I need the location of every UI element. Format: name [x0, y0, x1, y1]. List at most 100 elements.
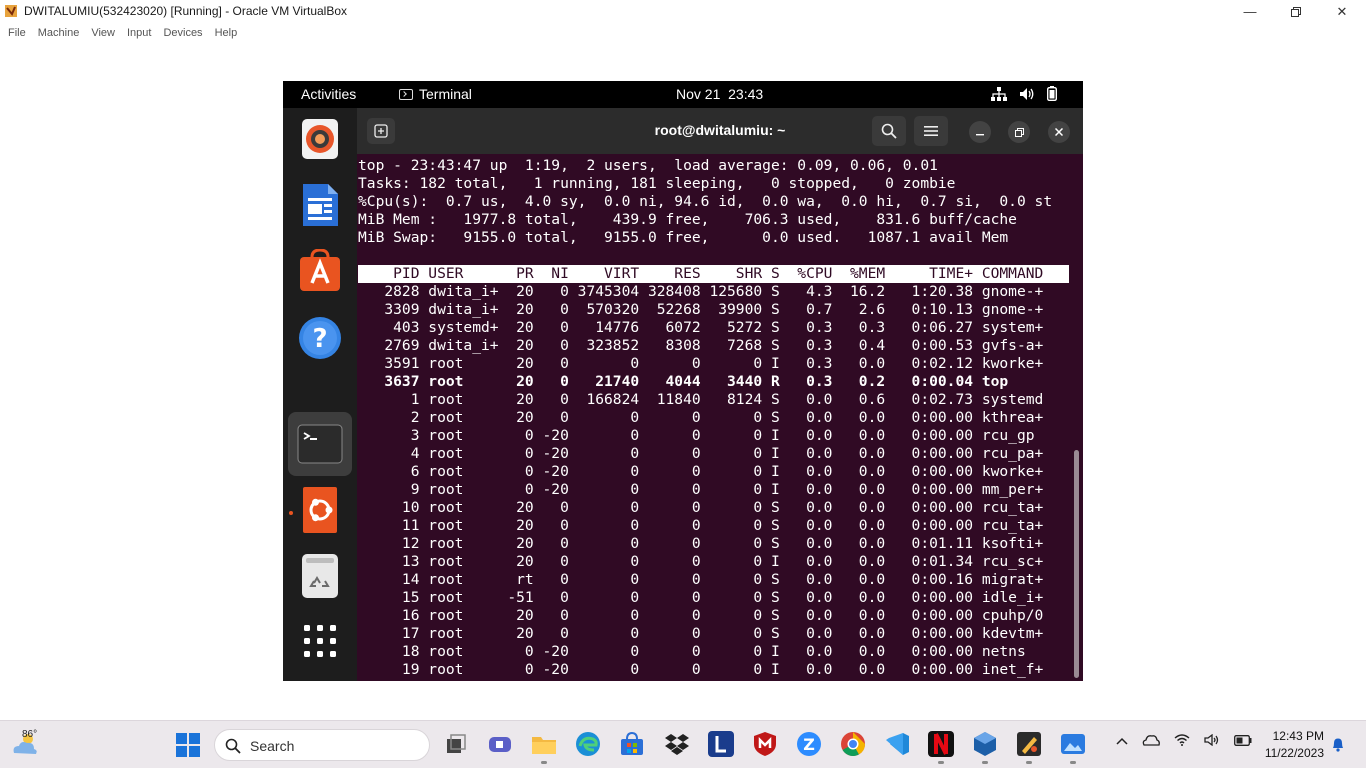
menu-help[interactable]: Help — [209, 23, 244, 43]
dock-libreoffice-writer[interactable] — [297, 182, 343, 228]
activities-button[interactable]: Activities — [301, 86, 356, 102]
system-tray[interactable] — [1116, 733, 1252, 749]
menu-machine[interactable]: Machine — [32, 23, 86, 43]
vscode-icon — [886, 733, 909, 755]
task-view-icon — [447, 734, 466, 753]
process-row: 2828 dwita_i+ 20 0 3745304 328408 125680… — [358, 283, 1044, 300]
virtualbox-icon — [4, 4, 18, 18]
dock-ubuntu-app[interactable] — [297, 487, 343, 533]
terminal-restore-button[interactable] — [1008, 121, 1030, 143]
menu-devices[interactable]: Devices — [157, 23, 208, 43]
app-menu[interactable]: Terminal — [399, 86, 472, 102]
menu-input[interactable]: Input — [121, 23, 157, 43]
terminal-scrollbar[interactable] — [1074, 450, 1079, 678]
store-bag-icon — [621, 731, 643, 755]
wifi-icon[interactable] — [1174, 734, 1190, 749]
zoom-app[interactable]: Z — [796, 731, 822, 757]
virtualbox-app[interactable] — [972, 731, 998, 757]
terminal-window[interactable]: root@dwitalumiu: ~ top - 23:43:47 up 1:1… — [357, 108, 1083, 681]
vscode-app[interactable] — [884, 731, 910, 757]
photos-app[interactable] — [1060, 731, 1086, 757]
shield-icon — [754, 732, 776, 756]
speaker-icon[interactable] — [1204, 733, 1220, 749]
process-row: 4 root 0 -20 0 0 0 I 0.0 0.0 0:00.00 rcu… — [358, 445, 1044, 462]
chrome-app[interactable] — [840, 731, 866, 757]
window-title: DWITALUMIU(532423020) [Running] - Oracle… — [24, 4, 348, 18]
svg-text:Z: Z — [803, 735, 815, 754]
hamburger-menu-button[interactable] — [914, 116, 948, 146]
dropbox-app[interactable] — [664, 731, 690, 757]
clock-date[interactable]: 11/22/2023 — [1250, 746, 1324, 760]
top-uptime-line: top - 23:43:47 up 1:19, 2 users, load av… — [358, 157, 938, 174]
running-indicator — [541, 761, 547, 764]
terminal-close-button[interactable] — [1048, 121, 1070, 143]
process-table-header: PID USER PR NI VIRT RES SHR S %CPU %MEM … — [358, 265, 1069, 283]
restore-button[interactable] — [1273, 0, 1319, 23]
search-button[interactable] — [872, 116, 906, 146]
process-row: 15 root -51 0 0 0 0 S 0.0 0.0 0:00.00 id… — [358, 589, 1044, 606]
dock-terminal[interactable] — [297, 421, 343, 467]
process-row: 16 root 20 0 0 0 0 S 0.0 0.0 0:00.00 cpu… — [358, 607, 1044, 624]
paint-app[interactable] — [1016, 731, 1042, 757]
terminal-minimize-button[interactable] — [969, 121, 991, 143]
process-row: 12 root 20 0 0 0 0 S 0.0 0.0 0:01.11 kso… — [358, 535, 1044, 552]
windows-logo-icon — [176, 733, 200, 757]
app-grid-icon — [304, 625, 336, 657]
terminal-output[interactable]: top - 23:43:47 up 1:19, 2 users, load av… — [358, 157, 1076, 679]
start-button[interactable] — [176, 733, 200, 757]
dock-show-apps[interactable] — [297, 618, 343, 664]
process-row-top: 3637 root 20 0 21740 4044 3440 R 0.3 0.2… — [358, 373, 1009, 390]
running-indicator — [289, 511, 293, 515]
running-indicator — [1070, 761, 1076, 764]
task-view-app[interactable] — [443, 731, 469, 757]
restore-icon — [1014, 127, 1024, 137]
edge-app[interactable] — [575, 731, 601, 757]
process-row: 6 root 0 -20 0 0 0 I 0.0 0.0 0:00.00 kwo… — [358, 463, 1044, 480]
process-row: 11 root 20 0 0 0 0 S 0.0 0.0 0:00.00 rcu… — [358, 517, 1044, 534]
host-title-bar: DWITALUMIU(532423020) [Running] - Oracle… — [0, 0, 1366, 23]
process-row: 13 root 20 0 0 0 0 I 0.0 0.0 0:01.34 rcu… — [358, 553, 1044, 570]
host-menubar: File Machine View Input Devices Help — [0, 23, 1366, 43]
vm-screen[interactable]: Activities Terminal Nov 21 23:43 ? root@… — [283, 81, 1083, 681]
dock-trash[interactable] — [297, 553, 343, 599]
process-row: 19 root 0 -20 0 0 0 I 0.0 0.0 0:00.00 in… — [358, 661, 1044, 678]
process-row: 2769 dwita_i+ 20 0 323852 8308 7268 S 0.… — [358, 337, 1044, 354]
dock-help[interactable]: ? — [297, 315, 343, 361]
process-row: 3309 dwita_i+ 20 0 570320 52268 39900 S … — [358, 301, 1044, 318]
onedrive-icon[interactable] — [1142, 734, 1160, 749]
network-icon — [991, 86, 1007, 101]
search-icon — [881, 123, 897, 139]
netflix-app[interactable] — [928, 731, 954, 757]
system-tray[interactable] — [991, 86, 1057, 101]
svg-text:?: ? — [312, 324, 327, 354]
taskbar-search[interactable]: Search — [214, 729, 430, 761]
windows-taskbar: 86° Search Z 12:43 PM 11/22/2023 — [0, 720, 1366, 768]
process-row: 14 root rt 0 0 0 0 S 0.0 0.0 0:00.16 mig… — [358, 571, 1044, 588]
chevron-up-icon[interactable] — [1116, 735, 1128, 749]
dropbox-icon — [665, 734, 689, 755]
gnome-top-bar: Activities Terminal Nov 21 23:43 — [283, 81, 1083, 108]
terminal-icon — [399, 88, 413, 100]
mcafee-app[interactable] — [752, 731, 778, 757]
close-button[interactable]: ✕ — [1319, 0, 1365, 23]
microsoft-store-app[interactable] — [619, 731, 645, 757]
dock: ? — [283, 108, 357, 681]
notification-bell-icon[interactable] — [1331, 737, 1345, 757]
minimize-button[interactable]: — — [1227, 0, 1273, 23]
ubuntu-software-icon — [300, 249, 340, 291]
clock[interactable]: Nov 21 23:43 — [676, 86, 763, 102]
lenovo-app[interactable] — [708, 731, 734, 757]
volume-icon — [1020, 87, 1034, 100]
menu-view[interactable]: View — [85, 23, 121, 43]
top-swap-line: MiB Swap: 9155.0 total, 9155.0 free, 0.0… — [358, 229, 1009, 246]
clock-time[interactable]: 12:43 PM — [1262, 729, 1324, 743]
process-row: 2 root 20 0 0 0 0 S 0.0 0.0 0:00.00 kthr… — [358, 409, 1044, 426]
dock-ubuntu-software[interactable] — [297, 248, 343, 294]
file-explorer-app[interactable] — [531, 731, 557, 757]
close-icon — [1055, 128, 1063, 136]
teams-app[interactable] — [487, 731, 513, 757]
menu-file[interactable]: File — [2, 23, 32, 43]
dock-rhythmbox[interactable] — [297, 116, 343, 162]
chrome-icon — [841, 732, 865, 757]
